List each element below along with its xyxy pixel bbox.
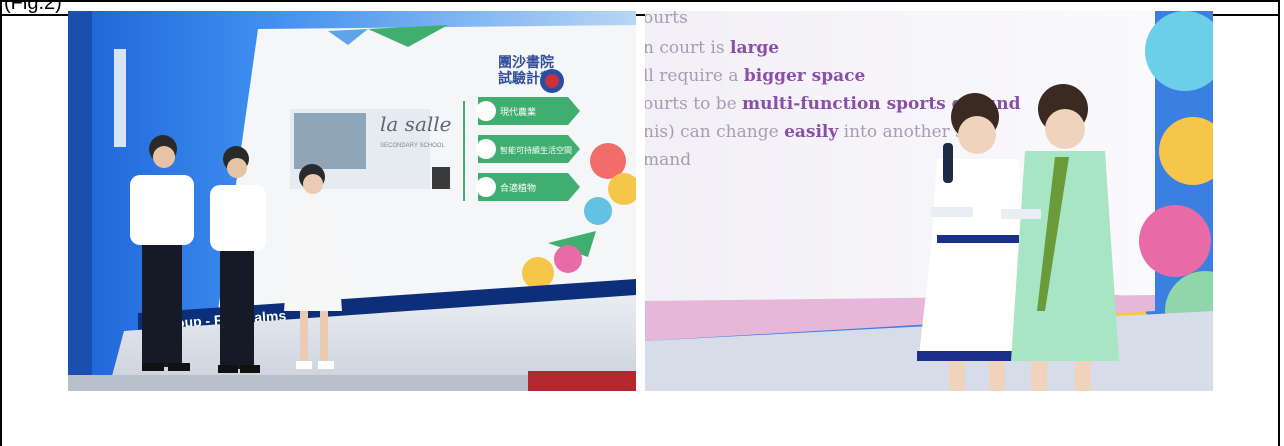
- slide-logo-text: la salle: [380, 112, 452, 136]
- slide-line: n court is large: [645, 38, 779, 58]
- slide-line: nis) can change easily into another s co: [645, 122, 989, 142]
- slide-line: ll require a bigger space: [645, 66, 866, 86]
- slide-line: ourts: [645, 11, 688, 28]
- slide-item: 現代農業: [500, 106, 536, 117]
- slide-subtitle: SECONDARY SCHOOL: [380, 143, 445, 149]
- slide-line: mand: [645, 150, 691, 170]
- slide-item: 合適植物: [500, 182, 536, 193]
- presentation-photo-right: ourts n court is large ll require a bigg…: [645, 11, 1213, 391]
- slide-item-list: 現代農業 智能可持續生活空間 合適植物: [463, 97, 580, 201]
- figure-label: (Fig.2): [4, 0, 62, 14]
- presentation-photo-left: la salle SECONDARY SCHOOL 團沙書院試驗計劃 現代農業 …: [68, 11, 636, 391]
- slide-item: 智能可持續生活空間: [500, 145, 572, 155]
